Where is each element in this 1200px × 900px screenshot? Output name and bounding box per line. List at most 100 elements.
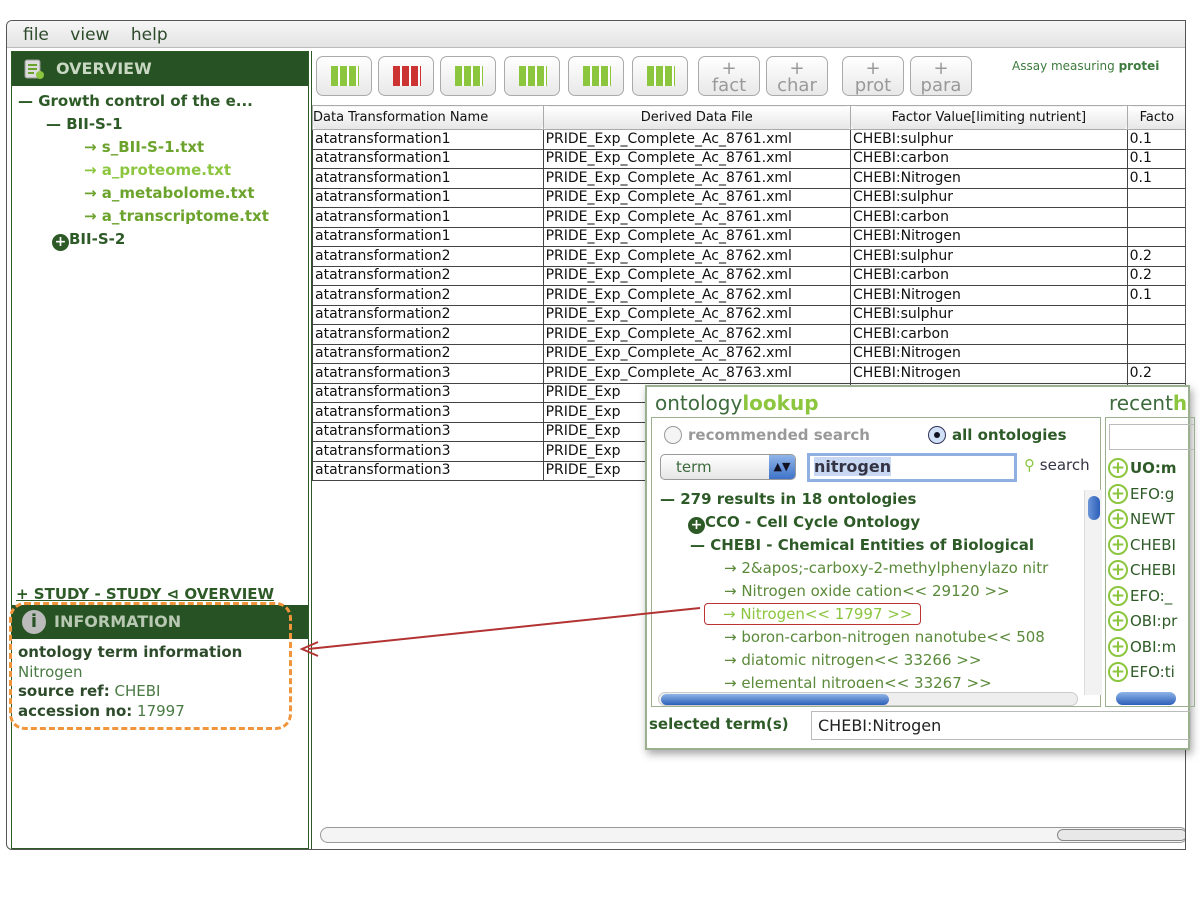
recent-term[interactable]: + EFO:ti [1108, 662, 1175, 682]
table-cell[interactable]: PRIDE_Exp_Complete_Ac_8762.xml [542, 246, 852, 267]
add-plus-icon[interactable]: + [1108, 636, 1128, 657]
table-cell[interactable]: atatransformation3 [312, 421, 544, 442]
result-term-highlighted[interactable]: → Nitrogen<< 17997 >> [704, 603, 922, 625]
table-cell[interactable]: CHEBI:carbon [850, 148, 1128, 169]
tree-study-2[interactable]: + BII-S-2 [18, 228, 308, 251]
menu-view[interactable]: view [70, 21, 109, 49]
add-row-button[interactable] [316, 56, 372, 96]
table-cell[interactable]: CHEBI:Nitrogen [850, 363, 1128, 384]
add-plus-icon[interactable]: + [1108, 585, 1128, 606]
table-cell[interactable]: 0.1 [1126, 129, 1185, 150]
scrollbar-thumb[interactable] [661, 694, 889, 705]
table-cell[interactable]: PRIDE_Exp_Complete_Ac_8762.xml [542, 343, 852, 364]
recent-term[interactable]: + EFO:g [1108, 483, 1174, 504]
expand-plus-icon[interactable]: + [52, 234, 69, 251]
expand-plus-icon[interactable]: + [688, 517, 705, 534]
add-plus-icon[interactable]: + [1108, 534, 1128, 555]
table-cell[interactable]: CHEBI:Nitrogen [850, 285, 1128, 306]
table-cell[interactable] [1126, 187, 1185, 208]
scrollbar-thumb[interactable] [1088, 496, 1100, 520]
recent-term[interactable]: + EFO:_ [1108, 585, 1172, 606]
table-cell[interactable]: 0.1 [1126, 148, 1185, 169]
add-factor-button[interactable]: + fact [698, 56, 760, 96]
add-plus-icon[interactable]: + [1108, 611, 1128, 631]
table-row[interactable]: atatransformation1 PRIDE_Exp_Complete_Ac_… [312, 187, 1185, 208]
table-cell[interactable]: PRIDE_Exp_Complete_Ac_8762.xml [542, 285, 852, 306]
horizontal-scrollbar[interactable] [320, 827, 1185, 843]
table-row[interactable]: atatransformation1 PRIDE_Exp_Complete_Ac_… [312, 226, 1185, 247]
table-cell[interactable]: 0.2 [1126, 363, 1185, 384]
table-cell[interactable]: PRIDE_Exp_Complete_Ac_8761.xml [542, 148, 852, 169]
radio-all-ontologies[interactable]: all ontologies [928, 426, 1067, 444]
radio-button[interactable] [664, 426, 682, 444]
result-term[interactable]: → elemental nitrogen<< 33267 >> [654, 672, 1084, 688]
recent-filter-input[interactable] [1109, 424, 1194, 450]
table-cell[interactable] [1126, 304, 1185, 325]
copy-row-button[interactable] [568, 56, 624, 96]
recent-term[interactable]: + NEWT [1108, 509, 1175, 529]
table-cell[interactable]: PRIDE_Exp_Complete_Ac_8761.xml [542, 187, 852, 208]
add-plus-icon[interactable]: + [1108, 509, 1128, 529]
table-row[interactable]: atatransformation2 PRIDE_Exp_Complete_Ac_… [312, 304, 1185, 325]
radio-button-selected[interactable] [928, 426, 946, 444]
table-cell[interactable]: atatransformation1 [312, 168, 544, 189]
table-cell[interactable]: atatransformation3 [312, 441, 544, 462]
remove-column-button[interactable] [440, 56, 496, 96]
add-plus-icon[interactable]: + [1108, 458, 1128, 478]
table-cell[interactable]: CHEBI:Nitrogen [850, 343, 1128, 364]
table-cell[interactable]: CHEBI:carbon [850, 324, 1128, 345]
ontology-group-cco[interactable]: + CCO - Cell Cycle Ontology [654, 511, 1084, 534]
column-header[interactable]: Data Transformation Name [312, 105, 544, 130]
table-row[interactable]: atatransformation2 PRIDE_Exp_Complete_Ac_… [312, 343, 1185, 364]
ontology-group-chebi[interactable]: — CHEBI - Chemical Entities of Biologica… [654, 534, 1084, 557]
table-cell[interactable]: 0.1 [1126, 285, 1185, 306]
table-cell[interactable]: CHEBI:carbon [850, 207, 1128, 228]
add-plus-icon[interactable]: + [1108, 560, 1128, 580]
result-term[interactable]: → diatomic nitrogen<< 33266 >> [654, 649, 1084, 672]
table-cell[interactable]: CHEBI:Nitrogen [850, 168, 1128, 189]
remove-row-button[interactable] [378, 56, 434, 96]
table-cell[interactable]: atatransformation3 [312, 382, 544, 403]
table-cell[interactable]: PRIDE_Exp_Complete_Ac_8761.xml [542, 226, 852, 247]
table-cell[interactable]: PRIDE_Exp_Complete_Ac_8762.xml [542, 265, 852, 286]
study-overview-link[interactable]: + STUDY - STUDY ⊲ OVERVIEW [16, 585, 274, 603]
recent-term[interactable]: + UO:m [1108, 458, 1177, 478]
table-cell[interactable]: atatransformation1 [312, 226, 544, 247]
results-summary[interactable]: — 279 results in 18 ontologies [654, 488, 1084, 511]
add-characteristic-button[interactable]: + char [766, 56, 828, 96]
table-cell[interactable]: atatransformation3 [312, 460, 544, 481]
table-row[interactable]: atatransformation2 PRIDE_Exp_Complete_Ac_… [312, 324, 1185, 345]
table-row[interactable]: atatransformation1 PRIDE_Exp_Complete_Ac_… [312, 148, 1185, 169]
results-horizontal-scrollbar[interactable] [658, 692, 1078, 706]
table-cell[interactable]: atatransformation1 [312, 129, 544, 150]
table-cell[interactable]: PRIDE_Exp_Complete_Ac_8761.xml [542, 168, 852, 189]
menu-help[interactable]: help [131, 21, 168, 49]
recent-term[interactable]: + OBI:pr [1108, 611, 1177, 631]
result-term[interactable]: → boron-carbon-nitrogen nanotube<< 508 [654, 626, 1084, 649]
table-cell[interactable]: 0.1 [1126, 168, 1185, 189]
table-cell[interactable]: CHEBI:Nitrogen [850, 226, 1128, 247]
table-cell[interactable]: 0.2 [1126, 246, 1185, 267]
menu-file[interactable]: file [23, 21, 49, 49]
multiple-sort-button[interactable] [632, 56, 688, 96]
table-row[interactable]: atatransformation1 PRIDE_Exp_Complete_Ac_… [312, 207, 1185, 228]
table-cell[interactable]: PRIDE_Exp_Complete_Ac_8762.xml [542, 324, 852, 345]
table-cell[interactable]: CHEBI:sulphur [850, 304, 1128, 325]
tree-root[interactable]: — Growth control of the e... [18, 90, 308, 113]
table-cell[interactable]: PRIDE_Exp_Complete_Ac_8761.xml [542, 129, 852, 150]
radio-recommended-search[interactable]: recommended search [664, 426, 870, 444]
results-vertical-scrollbar[interactable] [1084, 490, 1102, 695]
recent-term[interactable]: + OBI:m [1108, 636, 1176, 657]
table-row[interactable]: atatransformation2 PRIDE_Exp_Complete_Ac_… [312, 246, 1185, 267]
table-cell[interactable]: 0.2 [1126, 265, 1185, 286]
table-cell[interactable]: atatransformation2 [312, 304, 544, 325]
add-protocol-button[interactable]: + prot [842, 56, 904, 96]
result-term[interactable]: → 2&apos;-carboxy-2-methylphenylazo nitr [654, 557, 1084, 580]
table-cell[interactable]: atatransformation2 [312, 265, 544, 286]
table-cell[interactable] [1126, 207, 1185, 228]
table-cell[interactable]: PRIDE_Exp_Complete_Ac_8763.xml [542, 363, 852, 384]
tree-study-1[interactable]: — BII-S-1 [18, 113, 308, 136]
column-header[interactable]: Factor Value[limiting nutrient] [850, 105, 1128, 130]
scrollbar-thumb[interactable] [1057, 829, 1185, 841]
result-term[interactable]: → Nitrogen oxide cation<< 29120 >> [654, 580, 1084, 603]
